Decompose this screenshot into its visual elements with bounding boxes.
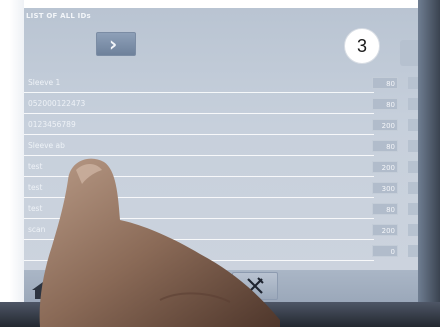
row-divider (24, 134, 374, 135)
id-value: 200 (372, 161, 398, 173)
user-finger (39, 158, 281, 327)
id-value: 300 (372, 182, 398, 194)
id-value: 80 (372, 77, 398, 89)
row-edit-tab[interactable] (408, 119, 418, 131)
row-edit-tab[interactable] (408, 203, 418, 215)
list-item[interactable]: 0123456789 200 (24, 116, 418, 136)
id-value: 0 (372, 245, 398, 257)
device-bezel-right (418, 0, 440, 327)
list-item[interactable]: Sleeve 1 80 (24, 74, 418, 94)
row-edit-tab[interactable] (408, 224, 418, 236)
row-edit-tab[interactable] (408, 182, 418, 194)
row-edit-tab[interactable] (408, 245, 418, 257)
list-item[interactable]: 052000122473 80 (24, 95, 418, 115)
next-button[interactable]: › (96, 32, 136, 56)
id-value: 80 (372, 203, 398, 215)
top-right-tab[interactable] (400, 40, 418, 66)
id-label: 052000122473 (28, 99, 86, 108)
row-divider (24, 92, 374, 93)
id-label: Sleeve 1 (28, 78, 61, 87)
row-edit-tab[interactable] (408, 140, 418, 152)
chevron-right-icon: › (109, 32, 118, 56)
id-value: 80 (372, 140, 398, 152)
id-label: Sleeve ab (28, 141, 65, 150)
page-number-badge: 3 (344, 28, 380, 64)
id-value: 80 (372, 98, 398, 110)
id-value: 200 (372, 119, 398, 131)
row-edit-tab[interactable] (408, 161, 418, 173)
id-label: 0123456789 (28, 120, 76, 129)
id-value: 200 (372, 224, 398, 236)
row-edit-tab[interactable] (408, 77, 418, 89)
page-title: LIST OF ALL IDs (26, 12, 91, 20)
row-edit-tab[interactable] (408, 98, 418, 110)
row-divider (24, 113, 374, 114)
device-bezel-left (0, 0, 24, 327)
